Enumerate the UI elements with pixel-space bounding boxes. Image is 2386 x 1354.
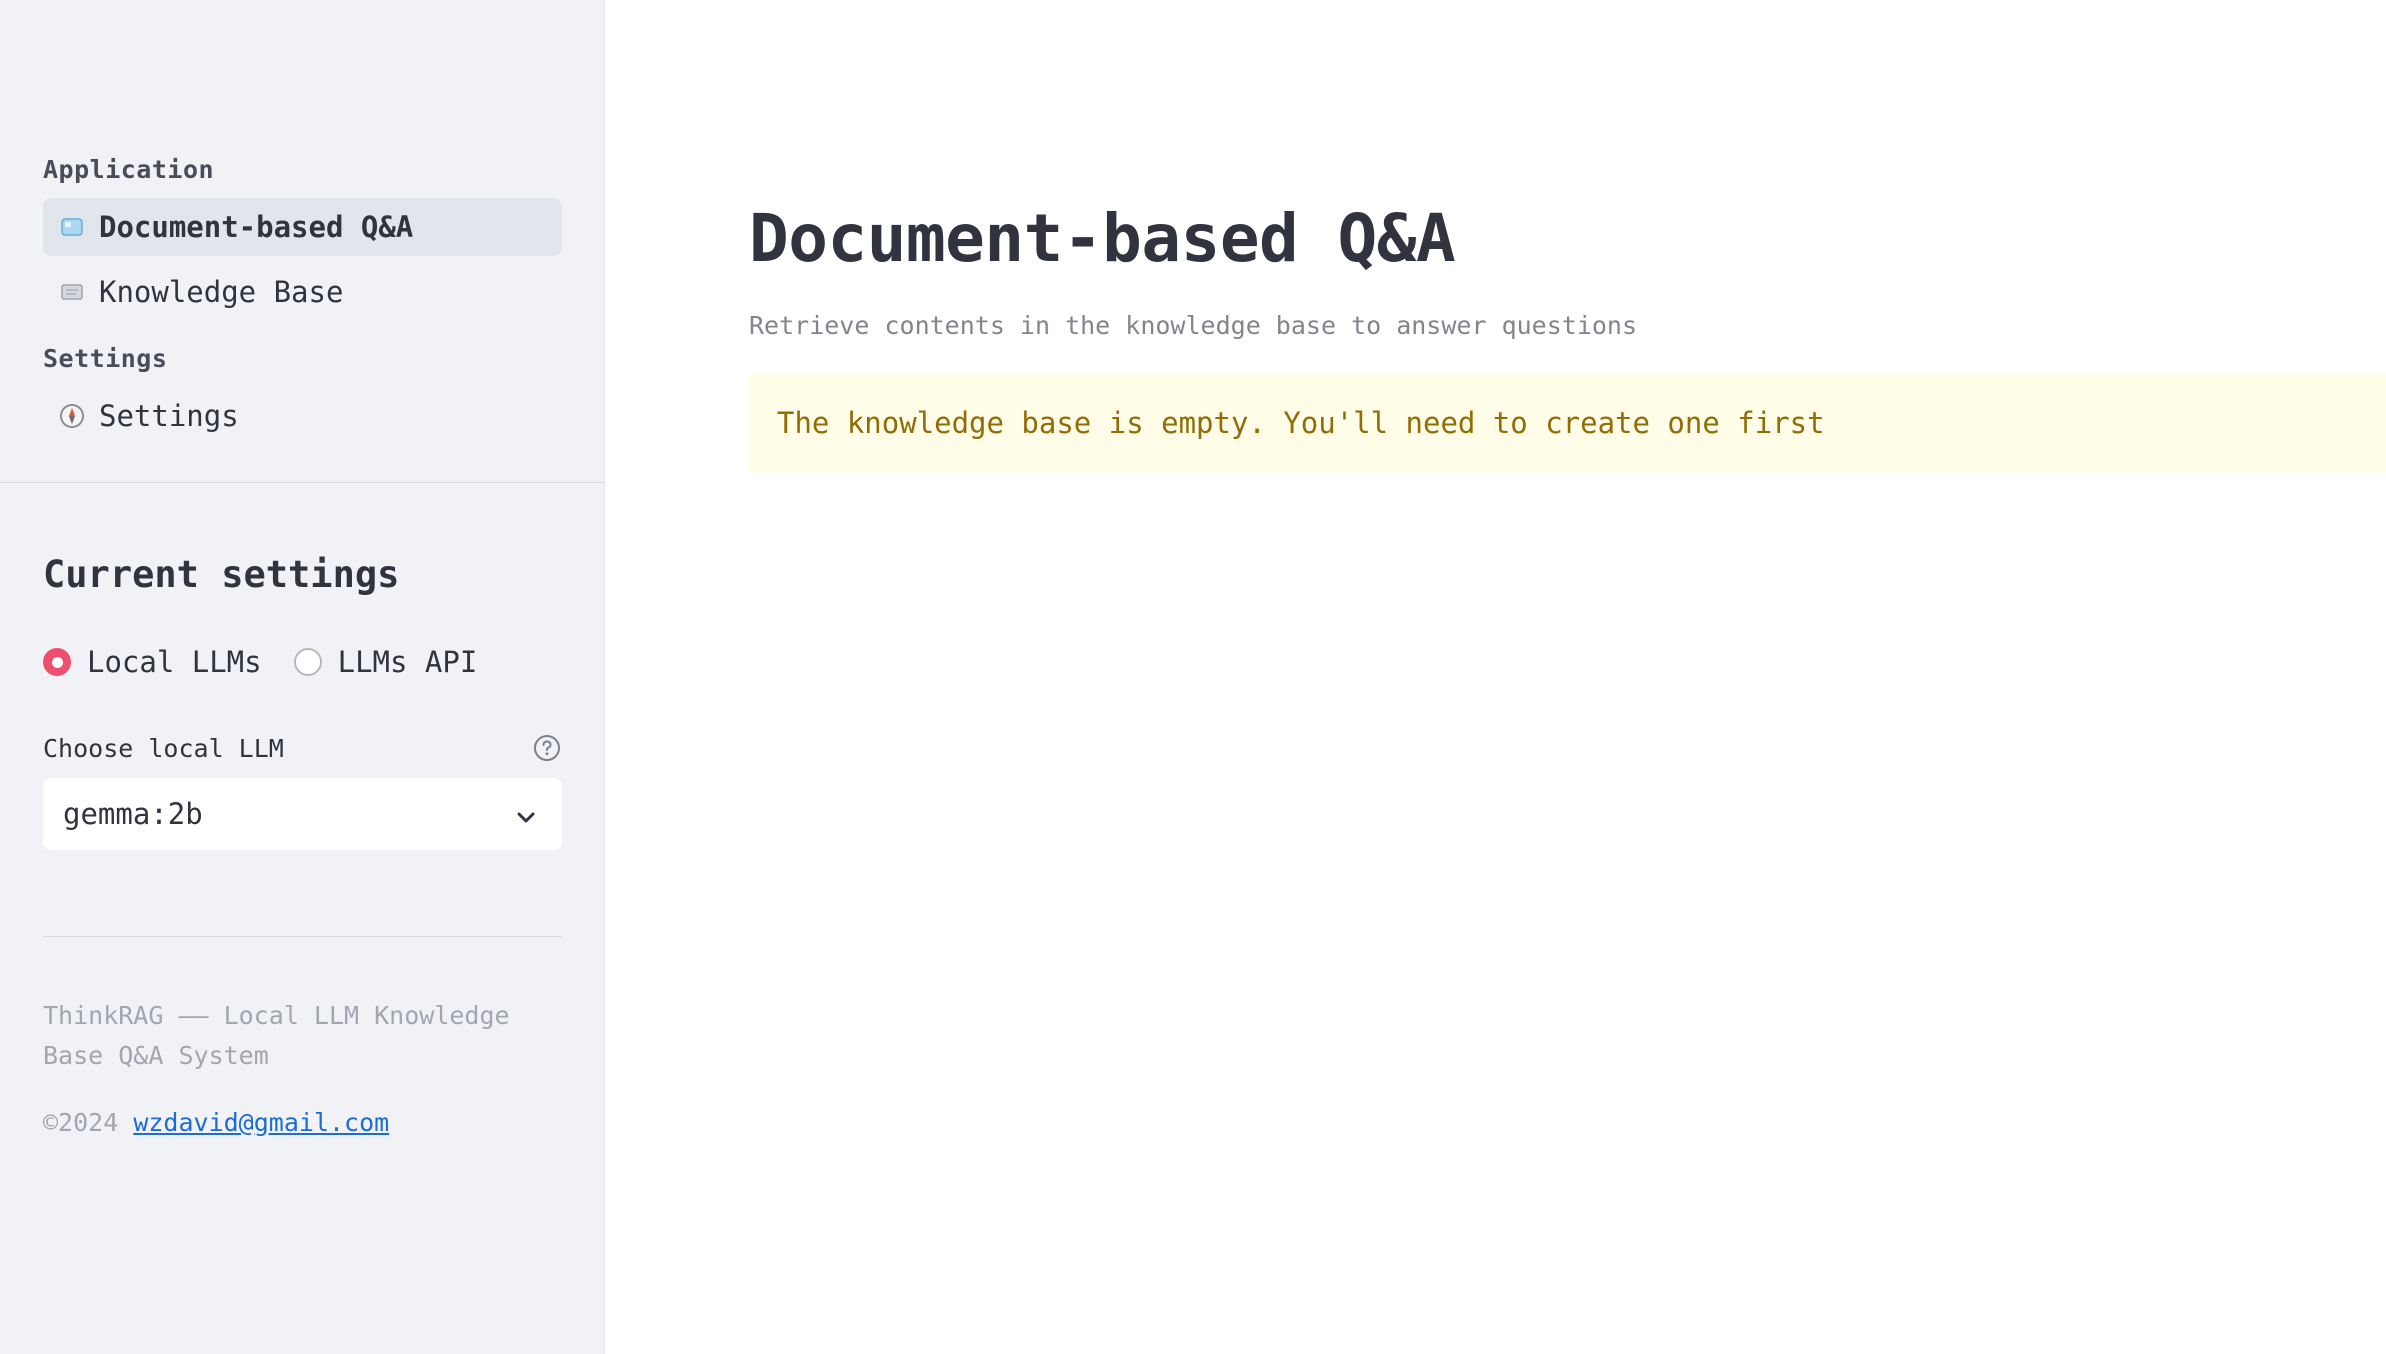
chevron-down-icon[interactable] bbox=[514, 802, 538, 826]
email-link[interactable]: wzdavid@gmail.com bbox=[133, 1108, 389, 1137]
sidebar: Application Document-based Q&A Knowledge… bbox=[0, 0, 605, 1354]
nav-item-settings[interactable]: Settings bbox=[43, 387, 562, 445]
local-llm-select[interactable]: gemma:2b bbox=[43, 778, 562, 850]
nav-divider bbox=[0, 482, 605, 483]
radio-label: Local LLMs bbox=[87, 645, 262, 679]
compass-icon bbox=[58, 404, 86, 428]
nav-item-label: Document-based Q&A bbox=[99, 210, 414, 244]
app-root: Application Document-based Q&A Knowledge… bbox=[0, 0, 2386, 1354]
radio-local-llms[interactable]: Local LLMs bbox=[43, 645, 262, 679]
copyright: ©2024 wzdavid@gmail.com bbox=[43, 1108, 389, 1137]
select-value: gemma:2b bbox=[63, 797, 203, 831]
radio-unselected-indicator[interactable] bbox=[293, 648, 322, 676]
nav-item-label: Settings bbox=[99, 399, 239, 433]
nav-item-label: Knowledge Base bbox=[99, 275, 344, 309]
nav-section-settings: Settings bbox=[43, 344, 168, 373]
choose-llm-label: Choose local LLM bbox=[43, 734, 284, 763]
nav-item-knowledge-base[interactable]: Knowledge Base bbox=[43, 263, 562, 321]
scroll-icon bbox=[58, 280, 86, 304]
ice-cube-icon bbox=[58, 215, 86, 239]
radio-label: LLMs API bbox=[337, 645, 478, 679]
page-caption: Retrieve contents in the knowledge base … bbox=[749, 311, 1638, 340]
radio-selected-indicator[interactable] bbox=[43, 648, 71, 676]
page-title: Document-based Q&A bbox=[749, 200, 1456, 277]
warning-alert: The knowledge base is empty. You'll need… bbox=[749, 373, 2386, 473]
llm-source-radio-group: Local LLMs LLMs API bbox=[43, 645, 509, 679]
copyright-prefix: ©2024 bbox=[43, 1108, 119, 1137]
nav-section-application: Application bbox=[43, 155, 215, 184]
app-description: ThinkRAG —— Local LLM Knowledge Base Q&A… bbox=[43, 1001, 510, 1070]
help-icon[interactable] bbox=[533, 734, 561, 762]
settings-divider bbox=[43, 936, 562, 937]
nav-item-document-qa[interactable]: Document-based Q&A bbox=[43, 198, 562, 256]
alert-message: The knowledge base is empty. You'll need… bbox=[777, 406, 1825, 440]
radio-llms-api[interactable]: LLMs API bbox=[293, 645, 478, 679]
current-settings-title: Current settings bbox=[43, 553, 400, 596]
